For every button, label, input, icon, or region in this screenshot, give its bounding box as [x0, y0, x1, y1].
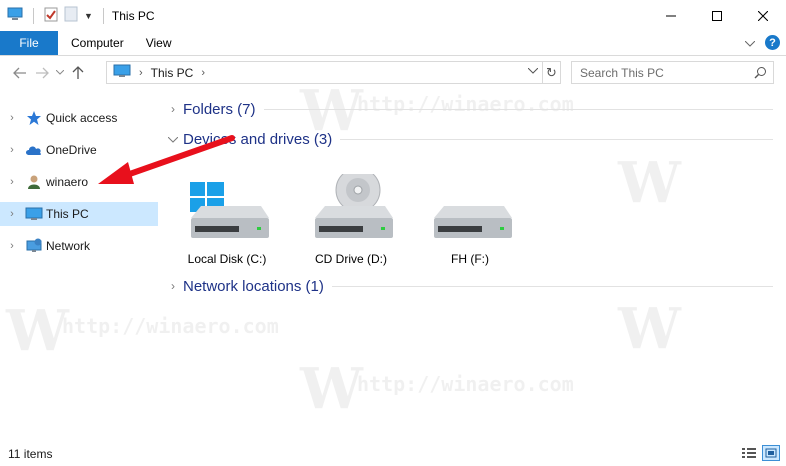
group-label: Network locations (1): [183, 277, 324, 295]
nav-item-label: winaero: [46, 175, 89, 189]
drive-fh-f[interactable]: FH (F:): [415, 174, 525, 270]
recent-locations-button[interactable]: [53, 62, 67, 84]
quick-access-toolbar: ▼: [0, 6, 108, 25]
user-icon: [24, 174, 44, 190]
group-network-locations[interactable]: › Network locations (1): [165, 275, 777, 297]
search-input[interactable]: Search This PC: [571, 61, 774, 84]
expand-chevron-icon[interactable]: ›: [0, 176, 24, 188]
chevron-down-icon: [56, 70, 64, 75]
tab-file[interactable]: File: [0, 31, 58, 55]
minimize-button[interactable]: [648, 0, 694, 31]
large-icons-view-button[interactable]: [762, 445, 780, 461]
navigation-bar: › This PC › ↻ Search This PC: [0, 57, 786, 88]
properties-icon[interactable]: [44, 6, 58, 25]
nav-item-label: This PC: [46, 207, 89, 221]
annotation-arrow-icon: [98, 135, 235, 184]
minimize-icon: [666, 15, 676, 16]
cloud-icon: [24, 142, 44, 158]
title-bar: ▼ This PC: [0, 0, 786, 31]
address-dropdown-icon[interactable]: [527, 65, 539, 77]
tab-computer[interactable]: Computer: [60, 31, 135, 55]
search-icon: [754, 66, 767, 82]
network-icon: [24, 238, 44, 254]
status-bar: 11 items: [0, 442, 786, 466]
cd-drive-icon: [301, 167, 401, 244]
star-icon: [24, 110, 44, 126]
forward-button[interactable]: [31, 62, 53, 84]
nav-item-label: Network: [46, 239, 91, 253]
help-button[interactable]: ?: [765, 35, 780, 50]
computer-icon: [24, 206, 44, 222]
back-arrow-icon: [13, 67, 26, 78]
expand-chevron-icon[interactable]: ›: [0, 144, 24, 156]
breadcrumb-this-pc[interactable]: This PC: [151, 66, 194, 80]
expand-chevron-icon[interactable]: ›: [0, 208, 24, 220]
ribbon-tabs: File Computer View ?: [0, 31, 786, 56]
collapsed-chevron-icon[interactable]: ›: [165, 279, 181, 293]
expand-ribbon-icon[interactable]: [744, 36, 756, 50]
group-devices-and-drives[interactable]: Devices and drives (3): [165, 128, 777, 150]
customize-dropdown-icon[interactable]: ▼: [84, 11, 93, 21]
nav-item-this-pc[interactable]: › This PC: [0, 202, 158, 226]
address-bar[interactable]: › This PC ›: [106, 61, 543, 84]
hard-drive-icon: [420, 174, 520, 244]
computer-icon: [113, 64, 131, 81]
breadcrumb-chevron-icon[interactable]: ›: [201, 67, 205, 79]
up-button[interactable]: [67, 62, 89, 84]
details-view-icon: [742, 448, 756, 458]
expand-chevron-icon[interactable]: ›: [0, 240, 24, 252]
expand-chevron-icon[interactable]: ›: [0, 112, 24, 124]
large-icons-view-icon: [765, 448, 777, 458]
tab-view[interactable]: View: [135, 31, 183, 55]
search-placeholder: Search This PC: [580, 65, 664, 80]
nav-item-quick-access[interactable]: › Quick access: [0, 106, 158, 130]
maximize-icon: [712, 10, 722, 21]
refresh-icon: ↻: [546, 64, 557, 80]
forward-arrow-icon: [36, 67, 49, 78]
group-label: Folders (7): [183, 100, 256, 118]
close-icon: [758, 10, 768, 21]
back-button[interactable]: [9, 62, 31, 84]
window-title: This PC: [111, 8, 155, 23]
breadcrumb-chevron-icon[interactable]: ›: [139, 67, 143, 79]
nav-item-label: Quick access: [46, 111, 118, 125]
collapsed-chevron-icon[interactable]: ›: [165, 102, 181, 116]
nav-item-label: OneDrive: [46, 143, 97, 157]
drive-label: Local Disk (C:): [187, 252, 267, 266]
new-folder-icon[interactable]: [64, 6, 78, 25]
maximize-button[interactable]: [694, 0, 740, 31]
content-pane: › Folders (7) Devices and drives (3) Loc…: [165, 96, 780, 436]
drive-label: CD Drive (D:): [315, 252, 387, 266]
up-arrow-icon: [72, 65, 84, 79]
item-count: 11 items: [8, 447, 53, 461]
computer-icon[interactable]: [7, 7, 23, 24]
refresh-button[interactable]: ↻: [543, 61, 561, 84]
drive-label: FH (F:): [451, 252, 489, 266]
drive-cd-drive-d[interactable]: CD Drive (D:): [296, 167, 406, 270]
nav-item-network[interactable]: › Network: [0, 234, 158, 258]
details-view-button[interactable]: [740, 445, 758, 461]
close-button[interactable]: [740, 0, 786, 31]
group-folders[interactable]: › Folders (7): [165, 98, 777, 120]
